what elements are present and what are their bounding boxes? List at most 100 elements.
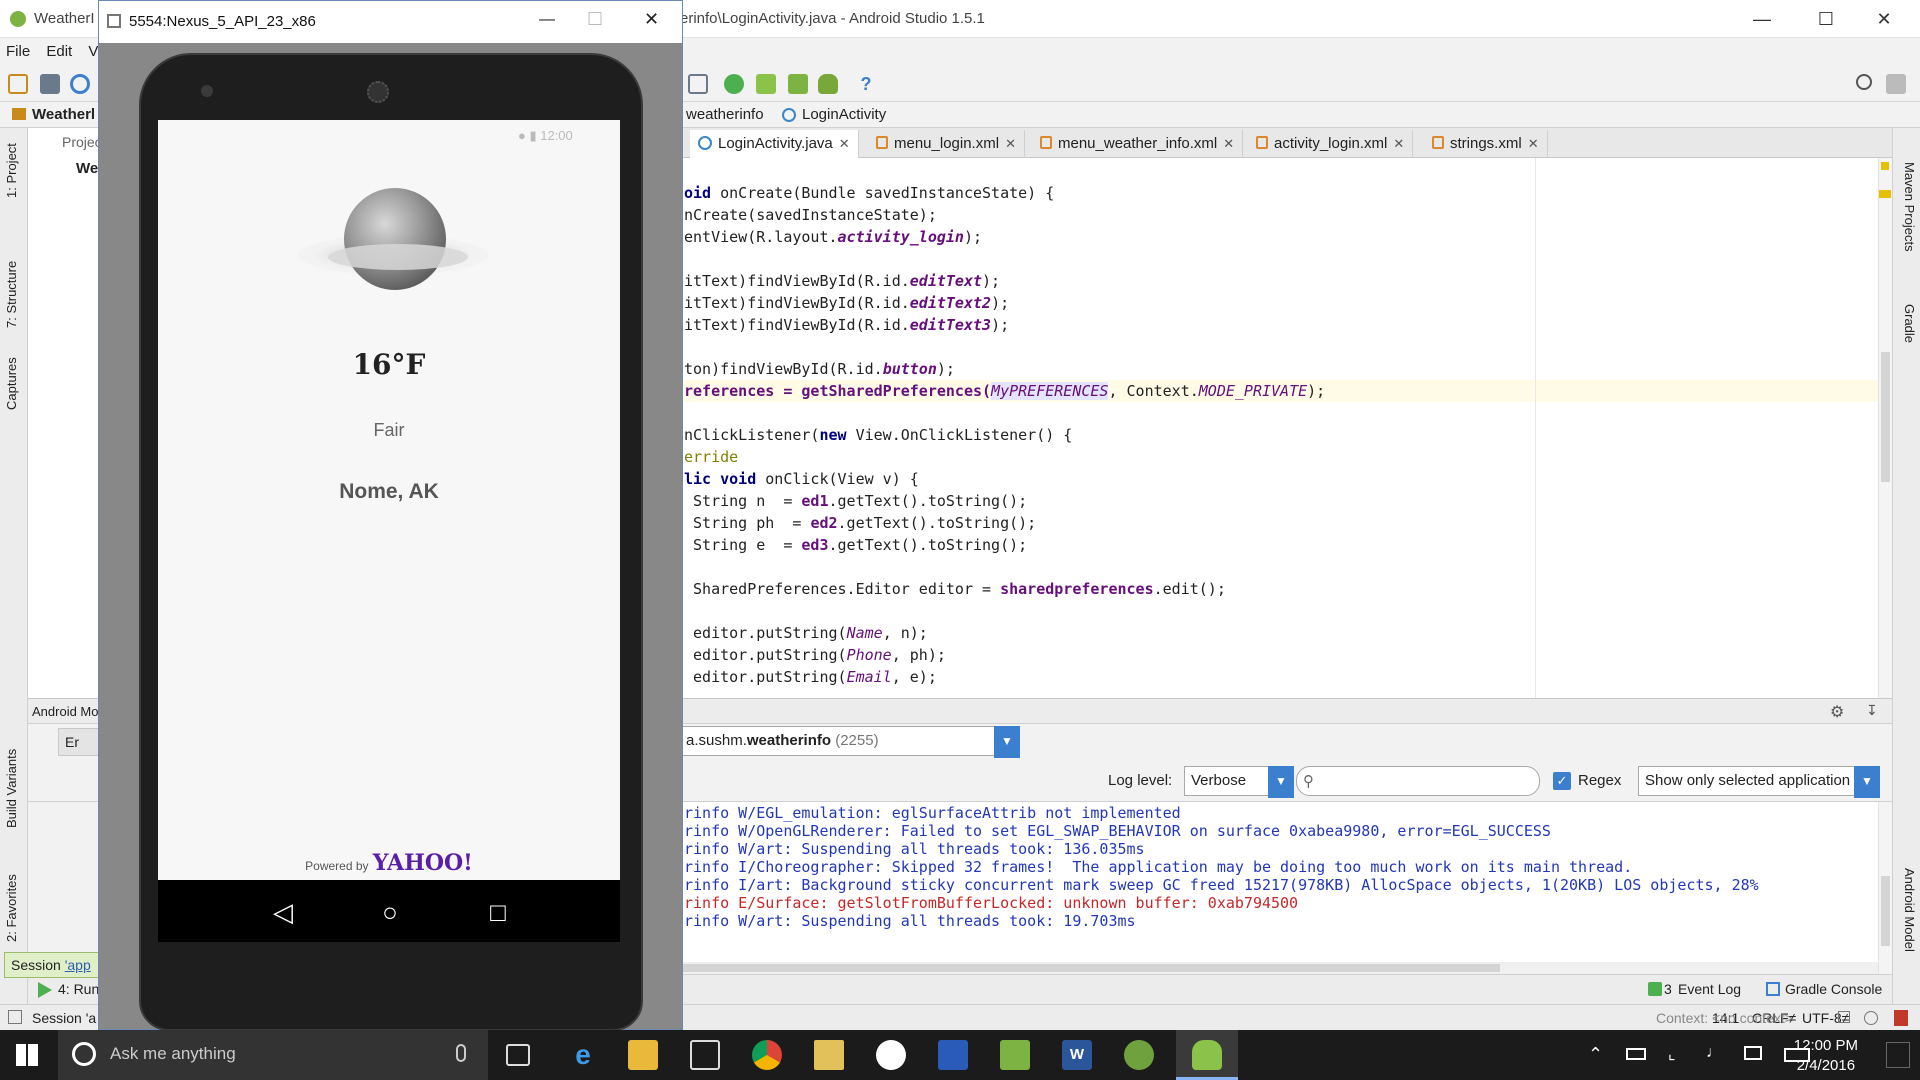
- user-icon[interactable]: [1886, 74, 1906, 94]
- project-crumb[interactable]: Weatherl: [32, 106, 95, 123]
- back-icon[interactable]: ◁: [263, 895, 303, 929]
- tab-login-activity[interactable]: LoginActivity.java ✕: [690, 130, 859, 158]
- logcat-output[interactable]: rinfo W/EGL_emulation: eglSurfaceAttrib …: [680, 802, 1878, 962]
- tool-tab-build-variants[interactable]: Build Variants: [4, 749, 19, 828]
- battery-icon[interactable]: [1626, 1048, 1646, 1060]
- close-tab-icon[interactable]: ✕: [1223, 136, 1234, 151]
- recents-icon[interactable]: □: [478, 895, 518, 929]
- spreadsheet-icon[interactable]: [1000, 1040, 1030, 1070]
- tool-tab-gradle[interactable]: Gradle: [1902, 304, 1917, 343]
- tool-tab-gradle-console[interactable]: Gradle Console: [1785, 981, 1882, 997]
- chevron-down-icon[interactable]: ▼: [1268, 766, 1294, 798]
- word-icon[interactable]: W: [1062, 1040, 1092, 1070]
- logcat-horizontal-scrollbar[interactable]: [680, 962, 1878, 974]
- github-icon[interactable]: [876, 1040, 906, 1070]
- tab-menu-weather-info[interactable]: menu_weather_info.xml ✕: [1032, 130, 1244, 158]
- tool-tab-captures[interactable]: Captures: [4, 357, 19, 410]
- sync-icon[interactable]: [70, 74, 90, 94]
- tool-tab-event-log[interactable]: Event Log: [1678, 981, 1741, 997]
- run-icon[interactable]: [38, 982, 52, 998]
- close-tab-icon[interactable]: ✕: [1528, 136, 1539, 151]
- android-emulator-icon[interactable]: [1192, 1040, 1222, 1070]
- hide-panel-icon[interactable]: ↧: [1866, 702, 1878, 719]
- session-tooltip-link[interactable]: 'app: [65, 957, 91, 973]
- edge-icon[interactable]: e: [568, 1040, 598, 1070]
- windows-start-icon[interactable]: [16, 1044, 38, 1066]
- store-icon[interactable]: [690, 1040, 720, 1070]
- phone-screen[interactable]: ● ▮ 12:00 16°F Fair Nome, AK Powered by …: [158, 120, 620, 880]
- search-everywhere-icon[interactable]: [1856, 74, 1872, 90]
- logcat-search-input[interactable]: [1318, 773, 1509, 789]
- scroll-thumb[interactable]: [1881, 352, 1890, 482]
- close-tab-icon[interactable]: ✕: [839, 136, 850, 151]
- logcat-search-box[interactable]: ⚲: [1296, 766, 1540, 796]
- home-icon[interactable]: ○: [370, 895, 410, 929]
- powered-by-yahoo[interactable]: Powered by YAHOO!: [158, 850, 620, 876]
- process-selector[interactable]: a.sushm.weatherinfo (2255) ▼: [680, 726, 1020, 758]
- context-label: Context: <no context>: [1656, 1010, 1793, 1026]
- status-toggle-icon[interactable]: [8, 1010, 22, 1024]
- lock-icon[interactable]: [1838, 1011, 1850, 1023]
- tray-chevron-icon[interactable]: ⌃: [1588, 1044, 1603, 1065]
- emulator-maximize-button[interactable]: ☐: [587, 9, 603, 30]
- scroll-thumb[interactable]: [1881, 876, 1890, 946]
- editor-error-stripe[interactable]: [1878, 158, 1892, 698]
- logcat-vertical-scrollbar[interactable]: [1878, 802, 1892, 974]
- android-studio-icon[interactable]: [1124, 1040, 1154, 1070]
- microphone-icon[interactable]: [456, 1044, 466, 1062]
- network-icon[interactable]: ⌞: [1668, 1044, 1676, 1064]
- breadcrumb-package[interactable]: weatherinfo: [686, 106, 764, 123]
- tab-menu-login[interactable]: menu_login.xml ✕: [868, 130, 1025, 158]
- cortana-search-box[interactable]: Ask me anything: [58, 1030, 488, 1080]
- taskbar-clock[interactable]: 12:00 PM 2/4/2016: [1794, 1036, 1858, 1076]
- emulator-close-button[interactable]: ✕: [644, 9, 659, 30]
- tool-tab-maven[interactable]: Maven Projects: [1902, 162, 1917, 252]
- chevron-down-icon[interactable]: ▼: [994, 726, 1020, 758]
- powershell-icon[interactable]: [938, 1040, 968, 1070]
- tool-tab-run[interactable]: 4: Run: [58, 981, 99, 997]
- chevron-down-icon[interactable]: ▼: [1854, 766, 1880, 798]
- minimize-button[interactable]: —: [1734, 0, 1790, 38]
- save-icon[interactable]: [40, 74, 60, 94]
- close-button[interactable]: ✕: [1856, 0, 1912, 38]
- menu-edit[interactable]: Edit: [40, 38, 78, 65]
- volume-icon[interactable]: ♩: [1706, 1044, 1722, 1062]
- tab-activity-login[interactable]: activity_login.xml ✕: [1248, 130, 1414, 158]
- tool-tab-structure[interactable]: 7: Structure: [4, 261, 19, 328]
- tool-tab-android-model[interactable]: Android Model: [1902, 868, 1917, 952]
- tree-root-label[interactable]: We: [76, 160, 98, 177]
- project-view-label[interactable]: Projec: [62, 134, 102, 150]
- menu-file[interactable]: File: [0, 38, 36, 65]
- folder-icon[interactable]: [814, 1040, 844, 1070]
- code-line: oid onCreate(Bundle savedInstanceState) …: [684, 184, 1055, 202]
- tab-strings[interactable]: strings.xml ✕: [1424, 130, 1548, 158]
- close-tab-icon[interactable]: ✕: [1005, 136, 1016, 151]
- show-desktop-icon[interactable]: [1886, 1042, 1910, 1068]
- regex-checkbox[interactable]: ✓: [1553, 772, 1571, 790]
- notifications-icon[interactable]: [1894, 1010, 1908, 1026]
- hector-icon[interactable]: [1864, 1011, 1878, 1025]
- code-editor[interactable]: oid onCreate(Bundle savedInstanceState) …: [680, 158, 1878, 698]
- tool-tab-favorites[interactable]: 2: Favorites: [4, 874, 19, 942]
- sync-gradle-icon[interactable]: [724, 74, 744, 94]
- chrome-icon[interactable]: [752, 1040, 782, 1070]
- android-sdk-icon[interactable]: [818, 74, 838, 94]
- avd-manager-icon[interactable]: [756, 74, 776, 94]
- help-icon[interactable]: ?: [856, 74, 876, 94]
- sdk-manager-icon[interactable]: [688, 74, 708, 94]
- emulator-minimize-button[interactable]: —: [539, 11, 555, 29]
- file-explorer-icon[interactable]: [628, 1040, 658, 1070]
- open-folder-icon[interactable]: [8, 74, 28, 94]
- log-line: rinfo I/Choreographer: Skipped 32 frames…: [684, 858, 1633, 876]
- breadcrumb-class[interactable]: LoginActivity: [802, 106, 886, 123]
- device-monitor-icon[interactable]: [788, 74, 808, 94]
- maximize-button[interactable]: ☐: [1798, 0, 1854, 38]
- log-level-select[interactable]: Verbose ▼: [1184, 766, 1294, 798]
- close-tab-icon[interactable]: ✕: [1393, 136, 1404, 151]
- action-center-icon[interactable]: [1744, 1046, 1762, 1060]
- task-view-icon[interactable]: [506, 1044, 530, 1066]
- logcat-filter-select[interactable]: Show only selected application ▼: [1638, 766, 1880, 798]
- tool-tab-project[interactable]: 1: Project: [4, 143, 19, 198]
- scroll-thumb[interactable]: [680, 964, 1500, 972]
- settings-gear-icon[interactable]: ⚙: [1830, 702, 1844, 722]
